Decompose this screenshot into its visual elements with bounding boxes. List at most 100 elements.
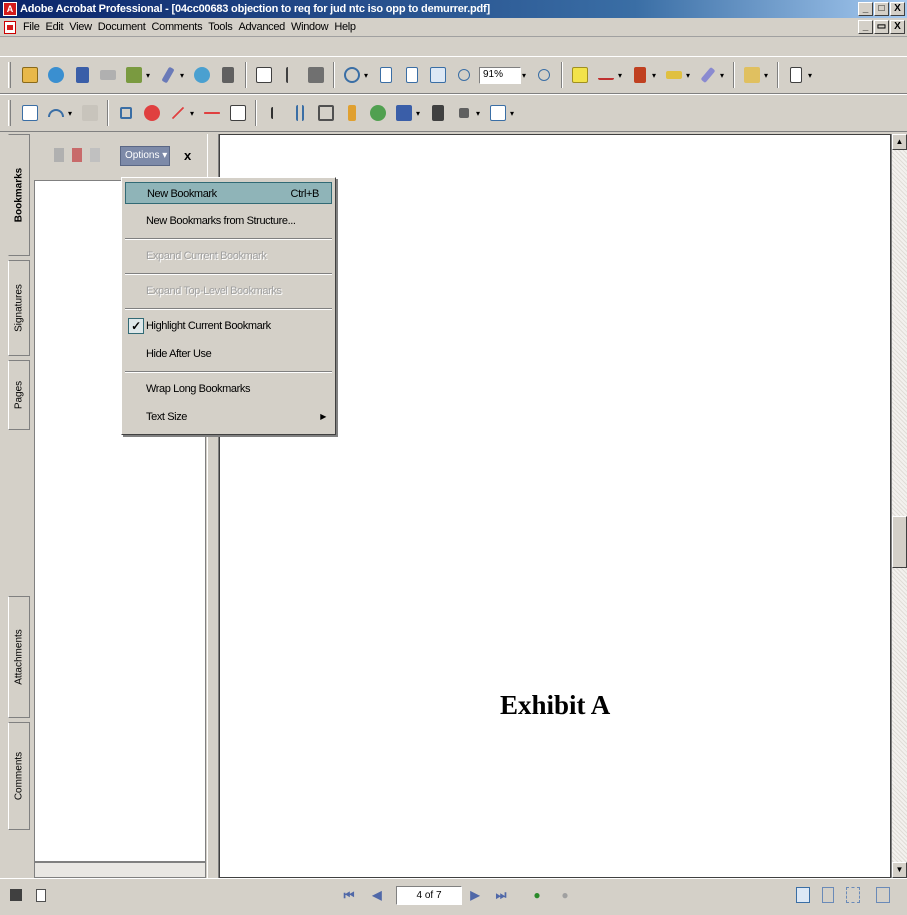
menu-edit[interactable]: Edit: [43, 21, 67, 33]
pencil-markup-icon[interactable]: [697, 64, 719, 86]
oval-icon[interactable]: [141, 102, 163, 124]
chevron-down-icon[interactable]: ▾: [808, 71, 814, 80]
zoom-out-icon[interactable]: [453, 64, 475, 86]
chevron-down-icon[interactable]: ▾: [476, 109, 482, 118]
scroll-thumb[interactable]: [892, 516, 907, 568]
new-bookmark-icon[interactable]: [72, 148, 82, 162]
scroll-down-arrow-icon[interactable]: ▼: [892, 862, 907, 878]
page-number-field[interactable]: 4 of 7: [396, 886, 462, 905]
doc-minimize-button[interactable]: _: [858, 20, 873, 34]
menu-new-bookmarks-from-structure[interactable]: New Bookmarks from Structure...: [125, 210, 332, 232]
highlight-icon[interactable]: [663, 64, 685, 86]
menu-comments[interactable]: Comments: [148, 21, 205, 33]
fit-width-icon[interactable]: [427, 64, 449, 86]
movie-icon[interactable]: [427, 102, 449, 124]
single-page-icon[interactable]: [796, 887, 810, 903]
chevron-down-icon[interactable]: ▾: [618, 71, 624, 80]
zoom-level-input[interactable]: 91%: [479, 66, 521, 84]
tab-bookmarks[interactable]: Bookmarks: [8, 134, 30, 256]
menu-file[interactable]: File: [20, 21, 43, 33]
next-view-icon[interactable]: ●: [558, 888, 572, 902]
comment-note-icon[interactable]: [569, 64, 591, 86]
spell-check-icon[interactable]: [19, 102, 41, 124]
options-button[interactable]: Options ▾: [120, 146, 170, 166]
organizer-icon[interactable]: [123, 64, 145, 86]
search-icon[interactable]: [217, 64, 239, 86]
touchup-text-icon[interactable]: [289, 102, 311, 124]
tab-comments[interactable]: Comments: [8, 722, 30, 830]
first-page-icon[interactable]: ⏮: [342, 888, 356, 902]
delete-bookmark-icon[interactable]: [54, 148, 64, 162]
zoom-dropdown-chevron-icon[interactable]: ▾: [522, 71, 528, 80]
expand-bookmark-icon[interactable]: [90, 148, 100, 162]
chevron-down-icon[interactable]: ▾: [190, 109, 196, 118]
toolbar-grip[interactable]: [8, 100, 11, 126]
crop-icon[interactable]: [315, 102, 337, 124]
scroll-up-arrow-icon[interactable]: ▲: [892, 134, 907, 150]
menu-view[interactable]: View: [66, 21, 94, 33]
next-page-icon[interactable]: ▶: [468, 888, 482, 902]
menu-document[interactable]: Document: [95, 21, 149, 33]
menu-advanced[interactable]: Advanced: [235, 21, 288, 33]
callout-icon[interactable]: [115, 102, 137, 124]
hand-tool-icon[interactable]: [253, 64, 275, 86]
open-icon[interactable]: [19, 64, 41, 86]
snapshot-icon[interactable]: [305, 64, 327, 86]
flag-icon[interactable]: [741, 64, 763, 86]
chevron-down-icon[interactable]: ▾: [180, 71, 186, 80]
zoom-in-tool-icon[interactable]: [341, 64, 363, 86]
doc-restore-button[interactable]: ▭: [874, 20, 889, 34]
3d-icon[interactable]: [367, 102, 389, 124]
chevron-down-icon[interactable]: ▾: [68, 109, 74, 118]
undo-icon[interactable]: [45, 102, 67, 124]
menu-wrap-long-bookmarks[interactable]: Wrap Long Bookmarks: [125, 378, 332, 400]
text-edits-icon[interactable]: [595, 64, 617, 86]
tab-signatures[interactable]: Signatures: [8, 260, 30, 356]
page-size-icon[interactable]: [10, 889, 22, 901]
acrobat-app-icon[interactable]: A: [3, 2, 17, 16]
minimize-button[interactable]: _: [858, 2, 873, 16]
create-pdf-icon[interactable]: [45, 64, 67, 86]
chevron-down-icon[interactable]: ▾: [764, 71, 770, 80]
chevron-down-icon[interactable]: ▾: [510, 109, 516, 118]
select-text-icon[interactable]: [279, 64, 301, 86]
stamp-icon[interactable]: [629, 64, 651, 86]
continuous-icon[interactable]: [822, 887, 834, 903]
continuous-facing-icon[interactable]: [846, 887, 860, 903]
export-icon[interactable]: [785, 64, 807, 86]
chevron-down-icon[interactable]: ▾: [146, 71, 152, 80]
zoom-plus-icon[interactable]: [533, 64, 555, 86]
tab-pages[interactable]: Pages: [8, 360, 30, 430]
attach-icon[interactable]: [157, 64, 179, 86]
menu-window[interactable]: Window: [288, 21, 331, 33]
textbox-icon[interactable]: [227, 102, 249, 124]
sound-icon[interactable]: [453, 102, 475, 124]
menu-new-bookmark[interactable]: New Bookmark Ctrl+B: [125, 182, 332, 204]
select-object-icon[interactable]: [263, 102, 285, 124]
document-properties-icon[interactable]: [36, 889, 46, 902]
bookmarks-horizontal-scrollbar[interactable]: [34, 862, 206, 878]
chevron-down-icon[interactable]: ▾: [416, 109, 422, 118]
print-icon[interactable]: [97, 64, 119, 86]
maximize-button[interactable]: □: [874, 2, 889, 16]
document-vertical-scrollbar[interactable]: ▲ ▼: [891, 134, 907, 878]
chevron-down-icon[interactable]: ▾: [652, 71, 658, 80]
actual-size-icon[interactable]: [375, 64, 397, 86]
fit-page-icon[interactable]: [401, 64, 423, 86]
last-page-icon[interactable]: ⏭: [494, 888, 508, 902]
menu-tools[interactable]: Tools: [205, 21, 235, 33]
close-panel-button[interactable]: x: [184, 148, 191, 163]
chevron-down-icon[interactable]: ▾: [686, 71, 692, 80]
menu-highlight-current-bookmark[interactable]: ✓ Highlight Current Bookmark: [125, 315, 332, 337]
menu-help[interactable]: Help: [331, 21, 358, 33]
previous-page-icon[interactable]: ◀: [370, 888, 384, 902]
email-icon[interactable]: [191, 64, 213, 86]
arrow-icon[interactable]: [167, 102, 189, 124]
tab-attachments[interactable]: Attachments: [8, 596, 30, 718]
doc-close-button[interactable]: X: [890, 20, 905, 34]
document-icon[interactable]: [4, 20, 16, 34]
previous-view-icon[interactable]: ●: [530, 888, 544, 902]
toolbar-grip[interactable]: [8, 62, 11, 88]
link-icon[interactable]: [341, 102, 363, 124]
chevron-down-icon[interactable]: ▾: [364, 71, 370, 80]
